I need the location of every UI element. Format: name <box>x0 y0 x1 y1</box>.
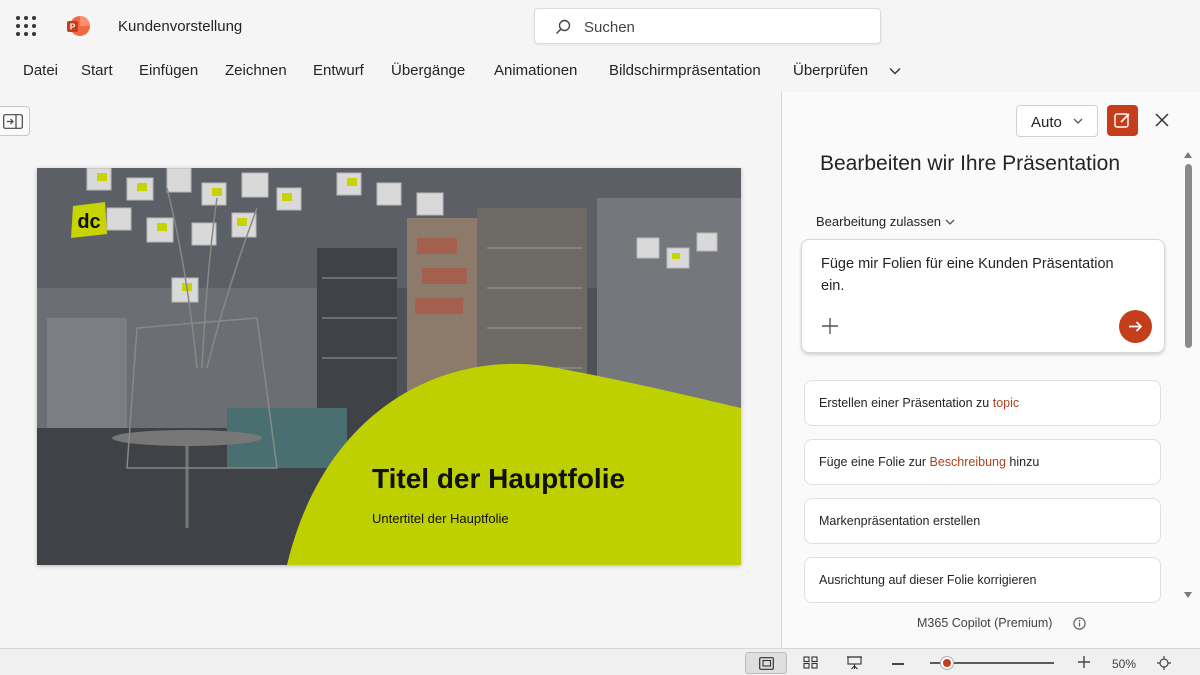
search-placeholder: Suchen <box>584 19 635 36</box>
copilot-heading: Bearbeiten wir Ihre Präsentation <box>820 152 1120 175</box>
edit-permission-dropdown[interactable]: Bearbeitung zulassen <box>816 214 955 229</box>
mode-dropdown[interactable]: Auto <box>1016 105 1098 137</box>
dc-logo: dc <box>71 202 107 238</box>
tab-entwurf[interactable]: Entwurf <box>313 62 364 79</box>
tab-uebergaenge[interactable]: Übergänge <box>391 62 465 79</box>
copilot-footer: M365 Copilot (Premium) <box>917 616 1053 630</box>
add-icon[interactable] <box>821 317 839 335</box>
info-icon[interactable] <box>1073 617 1086 630</box>
suggestion-text: Erstellen einer Präsentation zu topic <box>819 396 1020 410</box>
ribbon-tabs: Datei Start Einfügen Zeichnen Entwurf Üb… <box>0 52 1200 90</box>
copilot-pane: Auto Bearbeiten wir Ihre Präsentation Be… <box>782 92 1200 648</box>
chevron-down-icon <box>945 219 955 225</box>
arrow-right-icon <box>1129 321 1143 332</box>
document-title[interactable]: Kundenvorstellung <box>118 18 242 35</box>
thumbnail-pane-toggle[interactable] <box>0 106 30 136</box>
svg-text:P: P <box>70 23 76 32</box>
suggestion-card[interactable]: Ausrichtung auf dieser Folie korrigieren <box>804 557 1161 603</box>
tab-bildschirmpraesentation[interactable]: Bildschirmpräsentation <box>609 62 761 79</box>
normal-view-icon <box>759 657 774 670</box>
prompt-input[interactable]: Füge mir Folien für eine Kunden Präsenta… <box>801 239 1165 353</box>
slide-sorter-icon <box>803 656 818 669</box>
search-icon <box>556 19 571 34</box>
slide-background-photo <box>37 168 741 565</box>
mode-label: Auto <box>1031 114 1062 131</box>
tab-animationen[interactable]: Animationen <box>494 62 577 79</box>
tab-zeichnen[interactable]: Zeichnen <box>225 62 287 79</box>
suggestion-card[interactable]: Füge eine Folie zur Beschreibung hinzu <box>804 439 1161 485</box>
zoom-slider[interactable] <box>930 655 1056 671</box>
suggestion-text: Ausrichtung auf dieser Folie korrigieren <box>819 573 1037 587</box>
title-bar: P Kundenvorstellung Suchen <box>0 0 1200 52</box>
prompt-text[interactable]: Füge mir Folien für eine Kunden Präsenta… <box>821 253 1121 297</box>
slide-title[interactable]: Titel der Hauptfolie <box>372 463 625 495</box>
slide-preview[interactable]: dc Titel der Hauptfolie Untertitel der H… <box>37 168 741 565</box>
scroll-up-arrow[interactable] <box>1184 152 1192 158</box>
powerpoint-logo-icon: P <box>67 16 90 36</box>
close-icon[interactable] <box>1154 112 1170 128</box>
edit-permission-label: Bearbeitung zulassen <box>816 214 942 229</box>
status-bar: 50% <box>0 648 1200 675</box>
new-chat-button[interactable] <box>1107 105 1138 136</box>
suggestion-text: Füge eine Folie zur Beschreibung hinzu <box>819 455 1040 469</box>
tab-datei[interactable]: Datei <box>23 62 58 79</box>
slide-canvas: dc Titel der Hauptfolie Untertitel der H… <box>0 92 781 648</box>
compose-icon <box>1114 113 1130 128</box>
zoom-in-icon[interactable] <box>1077 655 1091 669</box>
tab-einfuegen[interactable]: Einfügen <box>139 62 198 79</box>
scroll-thumb[interactable] <box>1185 164 1192 348</box>
tab-start[interactable]: Start <box>81 62 113 79</box>
presenter-icon <box>847 656 862 670</box>
search-box[interactable]: Suchen <box>534 8 881 44</box>
suggestion-card[interactable]: Erstellen einer Präsentation zu topic <box>804 380 1161 426</box>
tab-ueberpruefen[interactable]: Überprüfen <box>793 62 868 79</box>
zoom-out-button[interactable] <box>892 663 904 665</box>
suggestion-card[interactable]: Markenpräsentation erstellen <box>804 498 1161 544</box>
zoom-thumb[interactable] <box>940 657 953 669</box>
suggestion-text: Markenpräsentation erstellen <box>819 514 981 528</box>
app-launcher-icon[interactable] <box>16 16 36 36</box>
normal-view-button[interactable] <box>745 652 787 674</box>
chevron-down-icon[interactable] <box>888 64 902 78</box>
scroll-down-arrow[interactable] <box>1184 592 1192 598</box>
presenter-view-button[interactable] <box>834 652 876 674</box>
pane-scrollbar[interactable] <box>1182 152 1194 606</box>
send-button[interactable] <box>1119 310 1152 343</box>
slide-sorter-button[interactable] <box>790 652 832 674</box>
fit-to-window-icon[interactable] <box>1157 656 1171 670</box>
expand-panel-icon <box>3 114 23 129</box>
slide-subtitle[interactable]: Untertitel der Hauptfolie <box>372 511 509 526</box>
zoom-level[interactable]: 50% <box>1112 657 1136 671</box>
chevron-down-icon <box>1073 118 1083 124</box>
dc-logo-text: dc <box>77 211 100 233</box>
